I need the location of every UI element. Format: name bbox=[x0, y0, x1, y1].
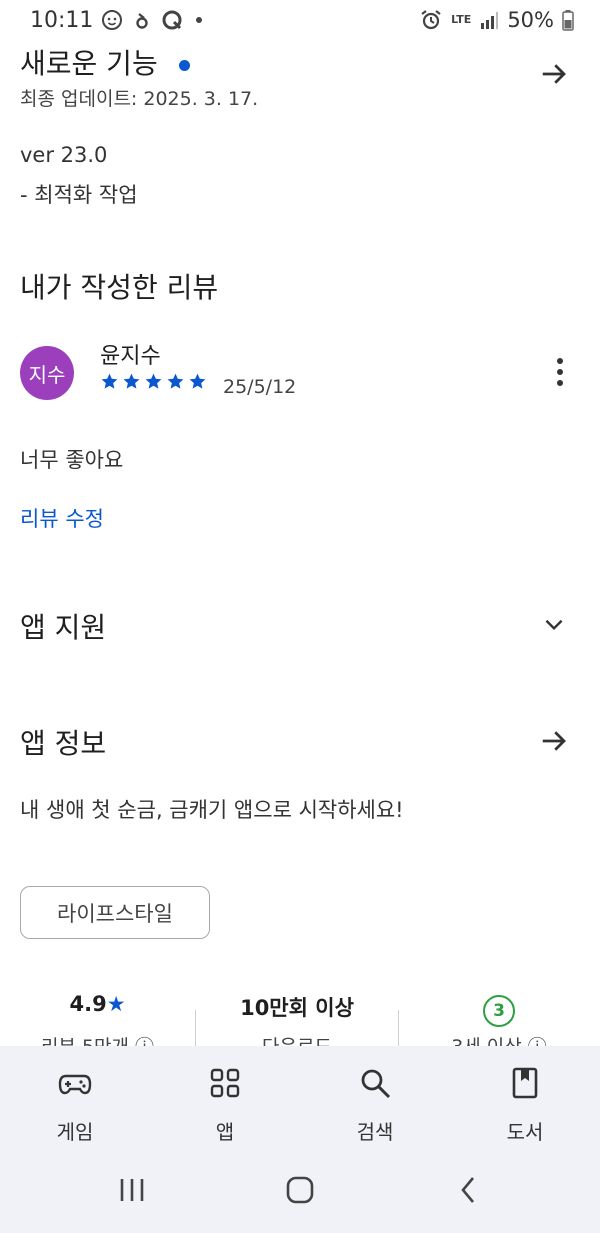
edit-review-link[interactable]: 리뷰 수정 bbox=[20, 503, 104, 533]
my-review-title: 내가 작성한 리뷰 bbox=[20, 271, 219, 304]
star-icon bbox=[123, 373, 140, 389]
app-support-expand-button[interactable] bbox=[532, 602, 576, 646]
network-type-label: LTE bbox=[451, 13, 472, 26]
content-rating-badge: 3 bbox=[483, 995, 515, 1027]
home-icon bbox=[286, 1176, 314, 1204]
nav-item-search[interactable]: 검색 bbox=[325, 1066, 425, 1145]
gamepad-icon bbox=[58, 1074, 92, 1095]
star-icon bbox=[145, 373, 162, 389]
rating-stat: 4.9★ bbox=[0, 992, 195, 1016]
book-icon bbox=[512, 1067, 538, 1099]
notification-icons bbox=[100, 8, 204, 32]
status-time: 10:11 bbox=[30, 8, 94, 33]
last-updated: 최종 업데이트: 2025. 3. 17. bbox=[20, 88, 259, 110]
status-bar: 10:11 LTE 50% bbox=[0, 0, 600, 42]
rating-value: 4.9★ bbox=[69, 992, 126, 1016]
app-info-title: 앱 정보 bbox=[20, 727, 107, 760]
nav-item-books[interactable]: 도서 bbox=[475, 1066, 575, 1145]
star-icon bbox=[101, 373, 118, 389]
avatar: 지수 bbox=[20, 346, 74, 400]
whats-new-title: 새로운 기능 bbox=[20, 47, 158, 80]
chevron-down-icon bbox=[545, 619, 563, 631]
more-vert-icon bbox=[557, 358, 563, 386]
home-button[interactable] bbox=[278, 1170, 322, 1210]
star-icon bbox=[167, 373, 184, 389]
app-notification-icon bbox=[136, 13, 148, 29]
recent-apps-icon bbox=[120, 1179, 144, 1201]
whats-new-arrow-button[interactable] bbox=[532, 52, 576, 96]
category-chip[interactable]: 라이프스타일 bbox=[20, 886, 210, 939]
review-text: 너무 좋아요 bbox=[20, 448, 124, 472]
review-date: 25/5/12 bbox=[223, 376, 297, 398]
message-notification-icon bbox=[162, 10, 182, 30]
arrow-right-icon bbox=[542, 731, 566, 751]
alarm-icon bbox=[421, 10, 441, 30]
review-more-button[interactable] bbox=[538, 350, 582, 394]
rating-star-icon: ★ bbox=[106, 992, 126, 1016]
review-star-rating bbox=[100, 372, 207, 391]
app-info-arrow-button[interactable] bbox=[532, 719, 576, 763]
app-description: 내 생애 첫 순금, 금캐기 앱으로 시작하세요! bbox=[20, 798, 404, 822]
new-indicator-dot bbox=[178, 59, 190, 71]
nav-label-search: 검색 bbox=[356, 1120, 394, 1144]
system-status-icons: LTE 50% bbox=[419, 8, 574, 32]
apps-grid-icon bbox=[210, 1068, 240, 1098]
back-chevron-icon bbox=[461, 1177, 474, 1203]
version-text: ver 23.0 bbox=[20, 143, 108, 167]
more-notifications-dot-icon bbox=[196, 17, 202, 23]
battery-icon bbox=[562, 10, 574, 31]
downloads-value: 10만회 이상 bbox=[240, 996, 354, 1020]
nav-item-apps[interactable]: 앱 bbox=[175, 1066, 275, 1145]
whats-new-title-row: 새로운 기능 bbox=[20, 42, 190, 82]
recent-apps-button[interactable] bbox=[110, 1170, 154, 1210]
signal-icon bbox=[481, 12, 499, 29]
version-note: - 최적화 작업 bbox=[20, 183, 138, 207]
back-button[interactable] bbox=[446, 1170, 490, 1210]
battery-percent: 50% bbox=[507, 8, 554, 32]
nav-label-books: 도서 bbox=[506, 1120, 544, 1144]
review-author: 윤지수 bbox=[100, 344, 161, 369]
star-icon bbox=[189, 373, 206, 389]
arrow-right-icon bbox=[542, 64, 566, 84]
nav-item-games[interactable]: 게임 bbox=[25, 1066, 125, 1145]
face-notification-icon bbox=[102, 10, 122, 30]
nav-label-apps: 앱 bbox=[215, 1120, 235, 1144]
app-support-title: 앱 지원 bbox=[20, 611, 107, 644]
nav-label-games: 게임 bbox=[56, 1120, 94, 1144]
search-icon bbox=[361, 1069, 391, 1099]
